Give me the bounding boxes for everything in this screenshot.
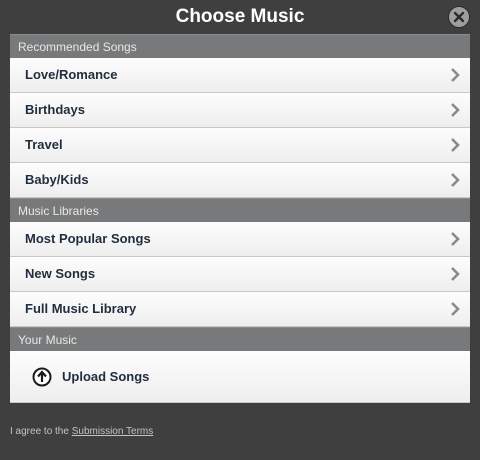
chevron-right-icon (451, 138, 460, 152)
music-panel: Recommended Songs Love/Romance Birthdays… (10, 34, 470, 403)
title-bar: Choose Music (0, 0, 480, 34)
list-item-label: Birthdays (25, 102, 85, 117)
list-item-label: Love/Romance (25, 67, 118, 82)
list-item-label: New Songs (25, 266, 96, 281)
section-header-libraries: Music Libraries (10, 198, 470, 222)
chevron-right-icon (451, 267, 460, 281)
chevron-right-icon (451, 173, 460, 187)
upload-songs-label: Upload Songs (62, 369, 150, 384)
upload-songs-button[interactable]: Upload Songs (10, 351, 470, 403)
list-item-full-library[interactable]: Full Music Library (10, 292, 470, 327)
choose-music-dialog: Choose Music Recommended Songs Love/Roma… (0, 0, 480, 460)
list-item-birthdays[interactable]: Birthdays (10, 93, 470, 128)
footer-terms: I agree to the Submission Terms (10, 426, 153, 437)
submission-terms-link[interactable]: Submission Terms (72, 426, 154, 437)
close-button[interactable] (448, 6, 470, 28)
list-item-most-popular[interactable]: Most Popular Songs (10, 222, 470, 257)
list-item-baby-kids[interactable]: Baby/Kids (10, 163, 470, 198)
chevron-right-icon (451, 103, 460, 117)
list-item-love-romance[interactable]: Love/Romance (10, 58, 470, 93)
list-item-new-songs[interactable]: New Songs (10, 257, 470, 292)
close-icon (453, 11, 465, 23)
list-item-label: Baby/Kids (25, 172, 89, 187)
list-item-label: Full Music Library (25, 301, 137, 316)
arrow-up-circle-icon (32, 367, 52, 387)
chevron-right-icon (451, 302, 460, 316)
chevron-right-icon (451, 68, 460, 82)
chevron-right-icon (451, 232, 460, 246)
list-item-label: Most Popular Songs (25, 231, 151, 246)
list-item-label: Travel (25, 137, 63, 152)
list-item-travel[interactable]: Travel (10, 128, 470, 163)
dialog-title: Choose Music (175, 6, 305, 27)
section-header-your-music: Your Music (10, 327, 470, 351)
section-header-recommended: Recommended Songs (10, 34, 470, 58)
terms-prefix: I agree to the (10, 426, 69, 437)
